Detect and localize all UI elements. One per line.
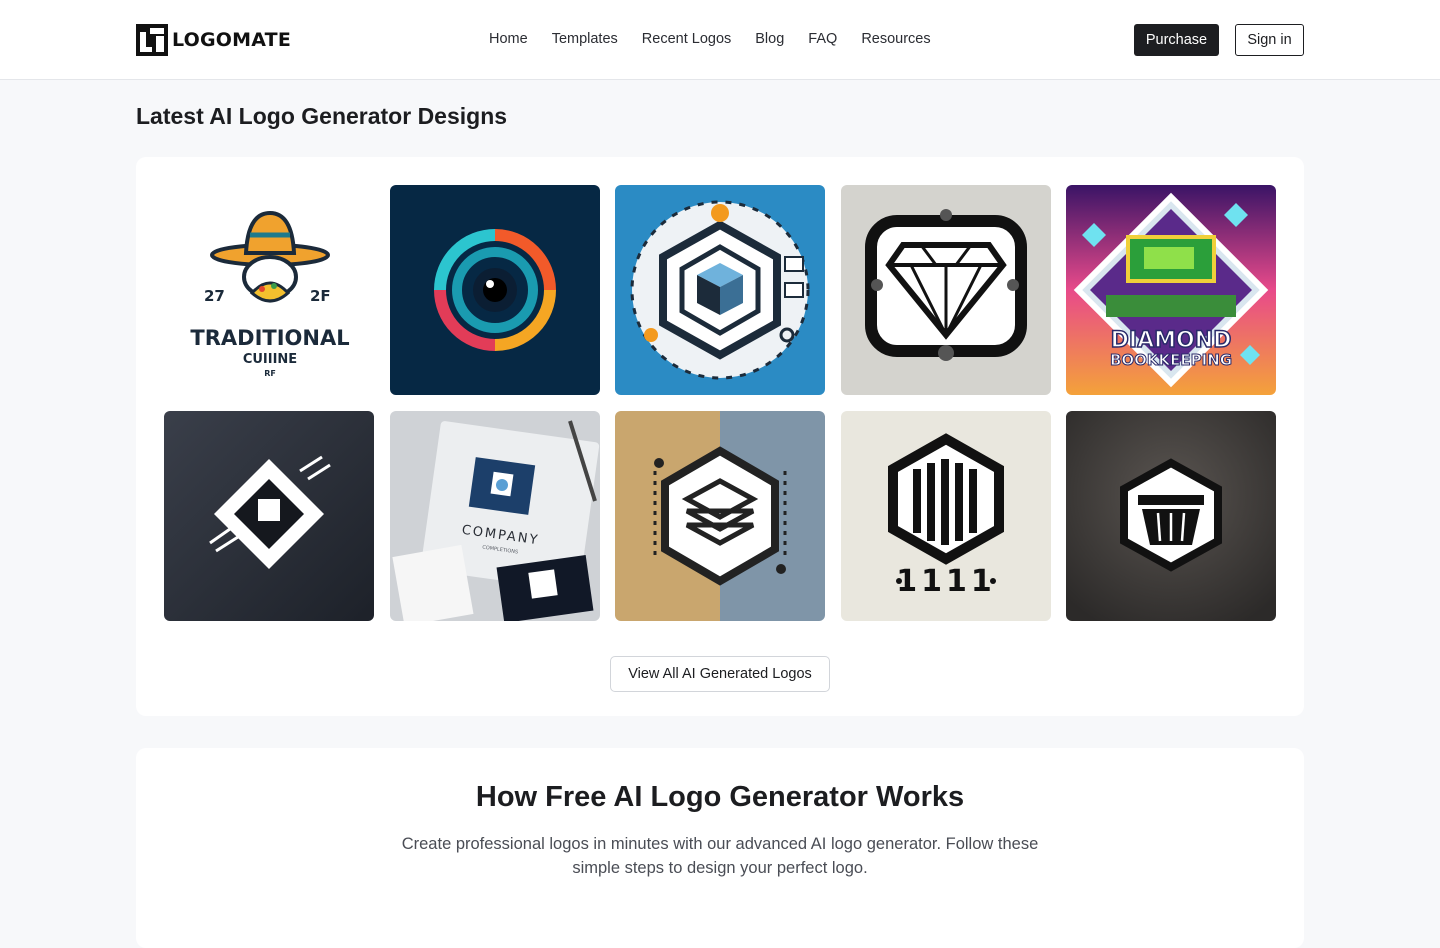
logo-tile-company-stationery[interactable]: COMPANY COMPLETIONS bbox=[389, 411, 600, 621]
tile-text-2f: 2F bbox=[310, 287, 331, 305]
logo-tile-abstract-eye[interactable] bbox=[389, 185, 600, 395]
logo-wordmark: LOGOMATE bbox=[172, 29, 292, 51]
nav-link-home[interactable]: Home bbox=[489, 31, 528, 47]
logo-tile-tech-cube[interactable] bbox=[615, 185, 825, 395]
logo-tile-taco-sombrero[interactable]: 27 2F TRADITIONAL CUIIINE RF bbox=[164, 185, 374, 395]
tile-text-rf: RF bbox=[264, 369, 276, 378]
logo-grid: 27 2F TRADITIONAL CUIIINE RF DIAMOND BOO… bbox=[164, 185, 1276, 621]
tile-text-diamond: DIAMOND bbox=[1111, 328, 1232, 353]
logo-tile-hexagon-layers[interactable] bbox=[615, 411, 825, 621]
nav-link-blog[interactable]: Blog bbox=[755, 31, 784, 47]
tile-text-bookkeeping: BOOKKEEPING bbox=[1110, 351, 1232, 369]
nav-link-recent-logos[interactable]: Recent Logos bbox=[642, 31, 731, 47]
gallery-section-title: Latest AI Logo Generator Designs bbox=[136, 103, 508, 129]
logo-gallery-card: 27 2F TRADITIONAL CUIIINE RF DIAMOND BOO… bbox=[136, 157, 1304, 716]
how-it-works-title: How Free AI Logo Generator Works bbox=[475, 781, 965, 813]
sign-in-button[interactable]: Sign in bbox=[1235, 24, 1304, 56]
tile-text-cuisine: CUIIINE bbox=[243, 352, 297, 367]
logo-tile-hexagon-1111[interactable]: 1111 bbox=[840, 411, 1051, 621]
tile-text-27: 27 bbox=[204, 287, 225, 305]
nav-link-templates[interactable]: Templates bbox=[552, 31, 618, 47]
nav-link-resources[interactable]: Resources bbox=[861, 31, 930, 47]
tile-text-traditional: TRADITIONAL bbox=[190, 326, 349, 350]
logo-tile-diamond-frame[interactable] bbox=[840, 185, 1051, 395]
top-navigation-bar: LOGOMATE Home Templates Recent Logos Blo… bbox=[0, 0, 1440, 80]
nav-link-faq[interactable]: FAQ bbox=[808, 31, 837, 47]
tile-text-1111: 1111 bbox=[896, 564, 996, 599]
logo-tile-geometric-diamond[interactable] bbox=[164, 411, 374, 621]
logomate-logo-icon bbox=[136, 24, 168, 56]
logo-tile-hexagon-basket[interactable] bbox=[1066, 411, 1276, 621]
site-logo[interactable]: LOGOMATE bbox=[136, 24, 291, 56]
purchase-button[interactable]: Purchase bbox=[1134, 24, 1219, 56]
how-it-works-card: How Free AI Logo Generator Works Create … bbox=[136, 748, 1304, 948]
view-all-logos-button[interactable]: View All AI Generated Logos bbox=[610, 656, 830, 692]
main-nav: Home Templates Recent Logos Blog FAQ Res… bbox=[489, 31, 931, 47]
logo-tile-diamond-bookkeeping[interactable]: DIAMOND BOOKKEEPING bbox=[1066, 185, 1276, 395]
how-it-works-description: Create professional logos in minutes wit… bbox=[401, 835, 1039, 877]
